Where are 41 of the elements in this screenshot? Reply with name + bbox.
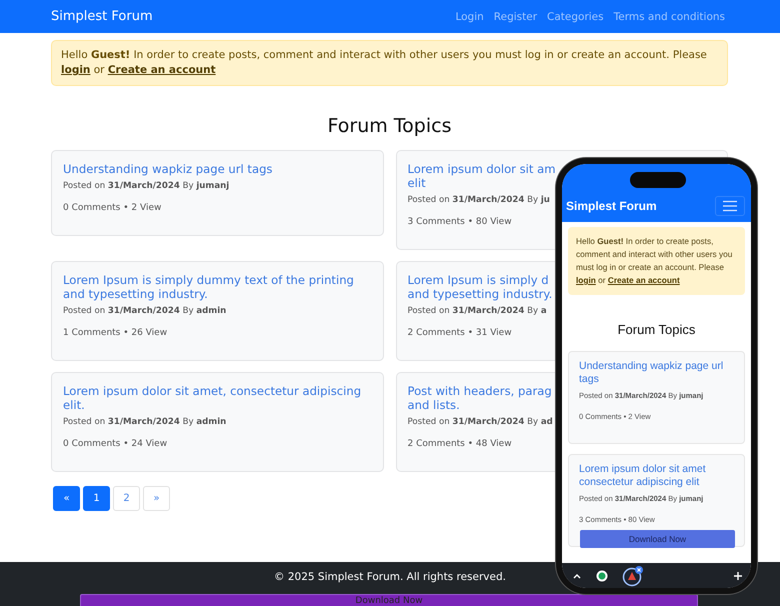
post-meta: Posted on 31/March/2024 By admin [63, 417, 226, 427]
page-button[interactable]: 2 [113, 486, 140, 511]
topic-title-link[interactable]: Lorem Ipsum is simply dummy text of the printing and typesetting industry. [63, 273, 372, 301]
nav-link[interactable]: Terms and conditions [614, 10, 725, 22]
topic-title-link[interactable]: Understanding wapkiz page url tags [579, 360, 734, 386]
download-button[interactable]: Download Now [580, 530, 735, 548]
site-brand[interactable]: Simplest Forum [566, 199, 657, 213]
guest-message: Hello Guest! In order to create posts, comment and interact with other users you must log in or create an account. Please login or Create an account [576, 235, 734, 287]
topic-title-link[interactable]: Understanding wapkiz page url tags [63, 162, 272, 176]
page-button[interactable]: » [143, 486, 170, 511]
post-meta: Posted on 31/March/2024 By admin [63, 306, 226, 316]
nav-link[interactable]: Categories [547, 10, 604, 22]
page-button[interactable]: 1 [83, 486, 110, 511]
create-account-link[interactable]: Create an account [108, 64, 216, 76]
post-stats: 3 Comments • 80 View [408, 217, 512, 227]
post-stats: 2 Comments • 31 View [408, 328, 512, 338]
create-account-link[interactable]: Create an account [608, 275, 680, 285]
post-stats: 1 Comments • 26 View [63, 328, 168, 338]
copyright-text: © 2025 Simplest Forum. All rights reserved. [274, 571, 506, 585]
topic-title-link[interactable]: Post with headers, parag and lists. [408, 384, 552, 412]
download-bar[interactable]: Download Now [80, 594, 698, 606]
login-link[interactable]: login [576, 275, 596, 285]
post-stats: 0 Comments • 2 View [63, 203, 162, 213]
nav-link[interactable]: Login [455, 10, 484, 22]
post-meta: Posted on 31/March/2024 By a [408, 306, 547, 316]
post-meta: Posted on 31/March/2024 By ad [408, 417, 553, 427]
topic-title-link[interactable]: Lorem ipsum dolor sit amet, consectetur adipiscing elit. [63, 384, 372, 412]
guest-message: Hello Guest! In order to create posts, comment and interact with other users you must log in or create an account. Please login or Create an account [61, 48, 708, 78]
topic-title-link[interactable]: Lorem Ipsum is simply d and typesetting industry. [408, 273, 552, 301]
page-heading: Forum Topics [616, 322, 696, 337]
post-meta: Posted on 31/March/2024 By ju [408, 195, 550, 205]
post-meta: Posted on 31/March/2024 By jumanj [63, 181, 230, 191]
page-button[interactable]: « [53, 486, 80, 511]
post-stats: 0 Comments • 24 View [63, 439, 168, 449]
nav-link[interactable]: Register [494, 10, 538, 22]
topic-title-link[interactable]: Lorem ipsum dolor sit amet consectetur adipiscing elit [579, 463, 734, 489]
page-heading: Forum Topics [326, 115, 452, 137]
login-link[interactable]: login [61, 64, 90, 76]
post-stats: 2 Comments • 48 View [408, 439, 512, 449]
topic-title-link[interactable]: Lorem ipsum dolor sit am elit [408, 162, 556, 190]
site-brand[interactable]: Simplest Forum [51, 9, 153, 24]
